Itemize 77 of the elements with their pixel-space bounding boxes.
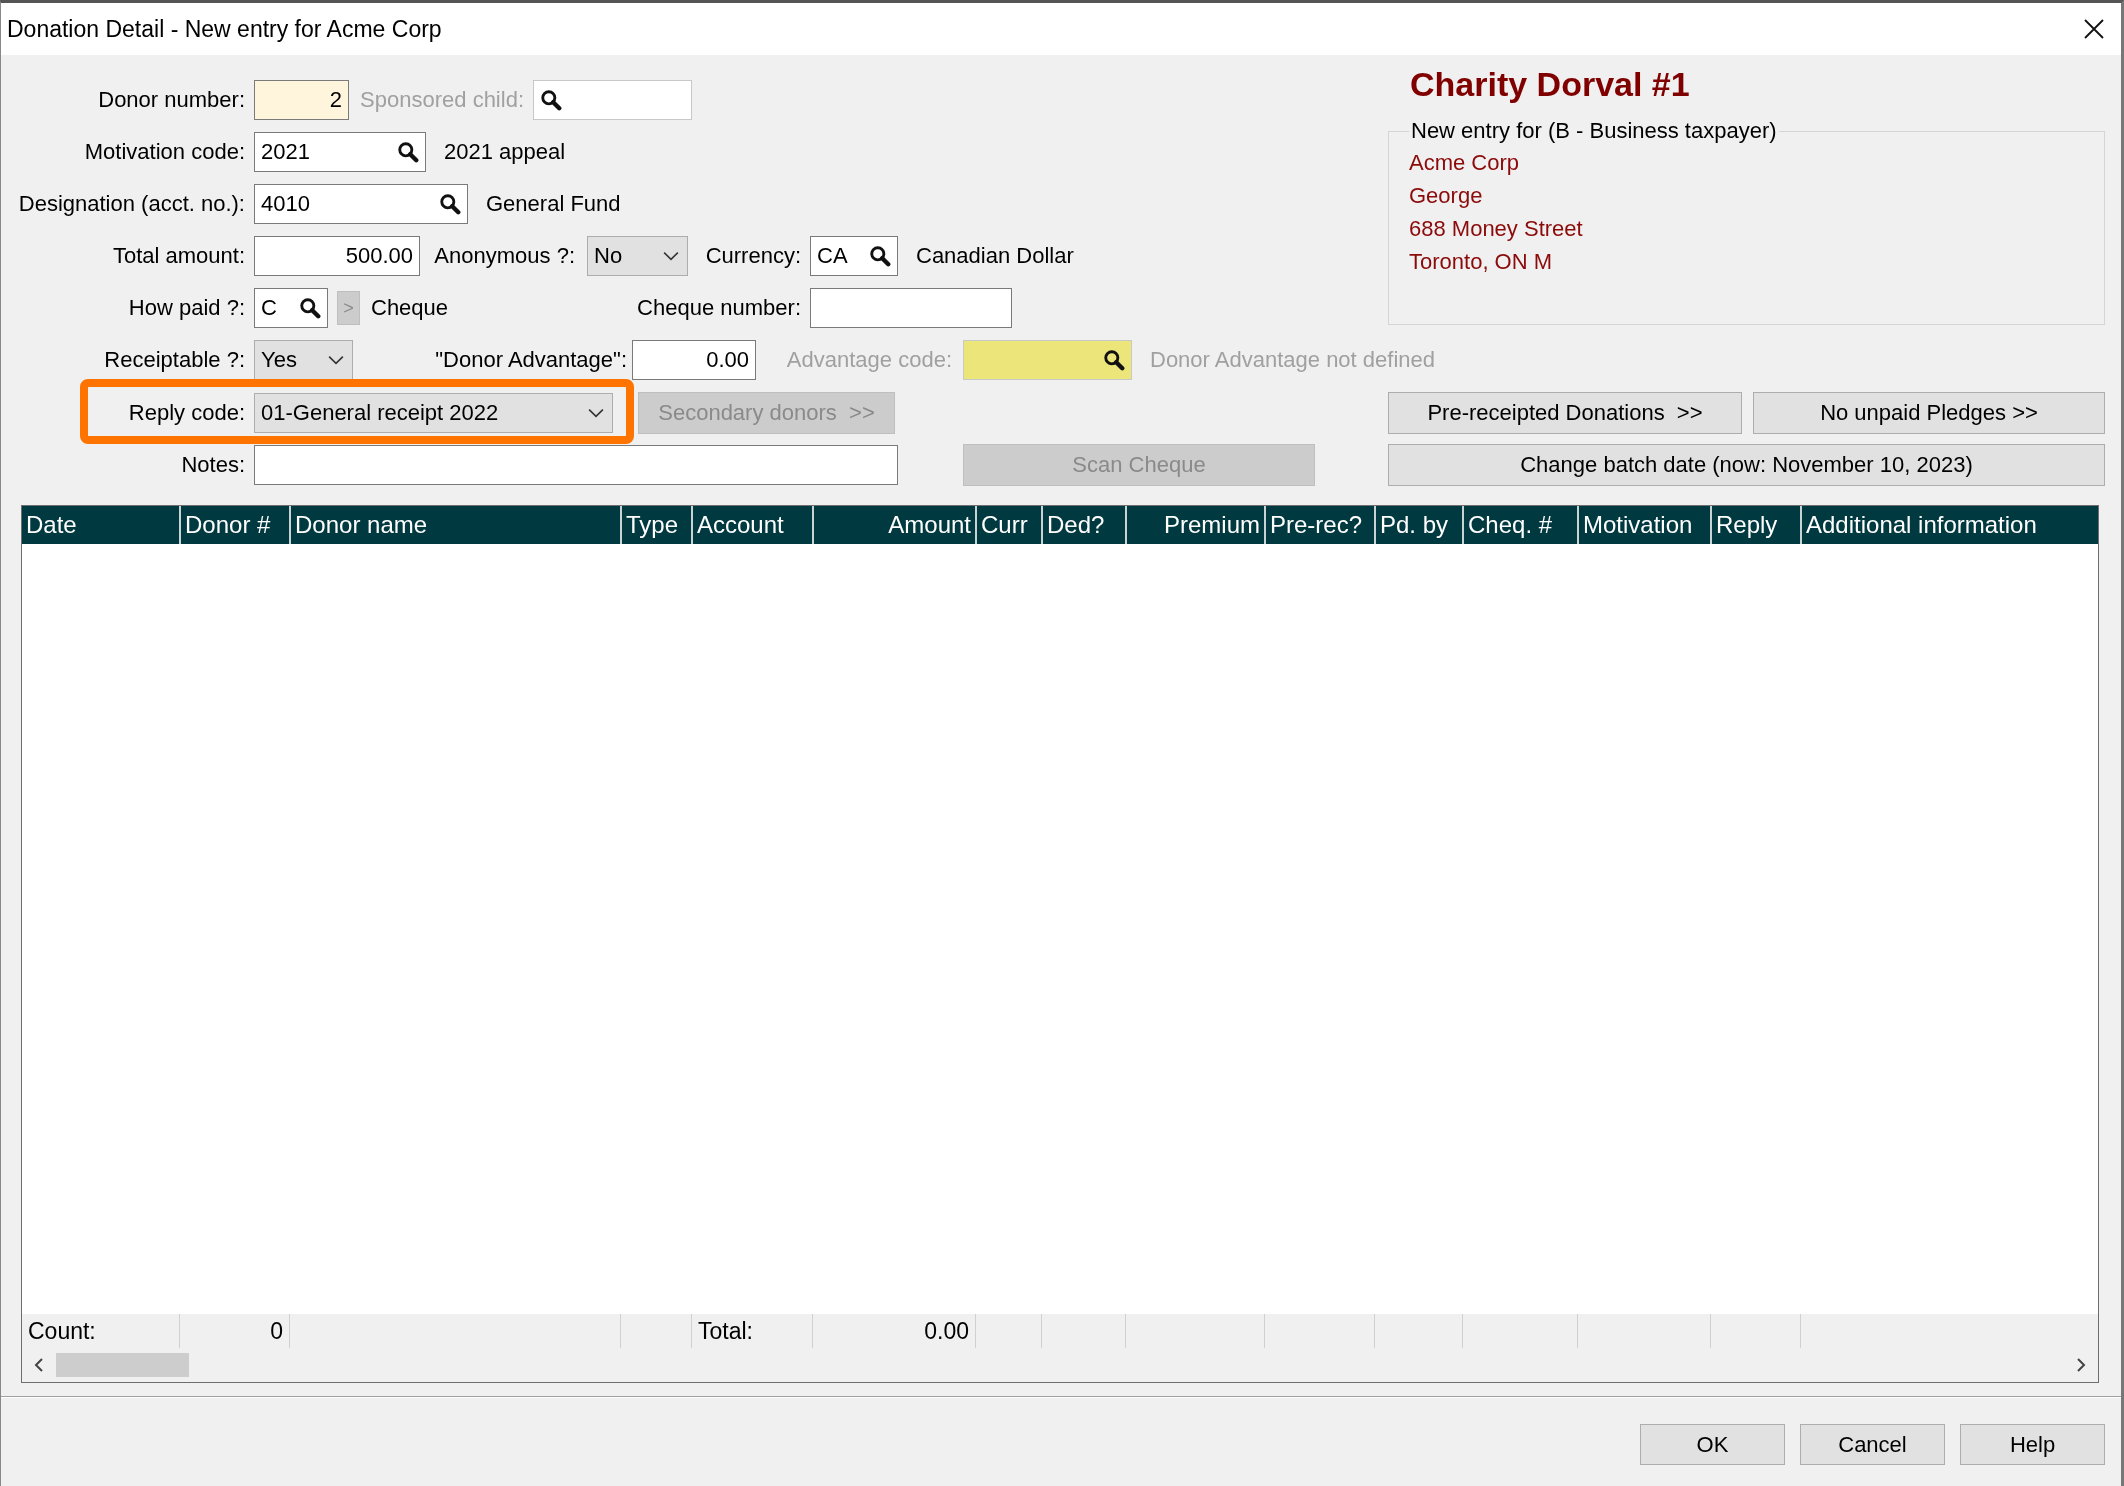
description-text: 2021 appeal — [444, 139, 566, 165]
scroll-thumb[interactable] — [56, 1353, 189, 1377]
field-label: Currency: — [705, 243, 801, 269]
column-header[interactable]: Ded? — [1047, 511, 1105, 539]
dialog-button[interactable]: Help — [1960, 1424, 2105, 1465]
input-field[interactable] — [254, 445, 898, 485]
column-header[interactable]: Donor # — [185, 511, 271, 539]
field-label: Receiptable ?: — [104, 347, 245, 373]
footer-cell-text: 0.00 — [924, 1317, 969, 1345]
horizontal-scrollbar[interactable] — [22, 1348, 2098, 1382]
field-label: Donor number: — [98, 87, 245, 113]
column-header[interactable]: Pd. by — [1380, 511, 1449, 539]
field-label: Motivation code: — [84, 139, 245, 165]
field-label: "Donor Advantage": — [435, 347, 627, 373]
description-text: General Fund — [486, 191, 621, 217]
input-field[interactable]: C — [254, 288, 328, 328]
column-header[interactable]: Reply — [1716, 511, 1778, 539]
field-label: Notes: — [181, 452, 245, 478]
description-text: Canadian Dollar — [916, 243, 1074, 269]
dropdown[interactable]: No — [587, 236, 688, 276]
change-date-button[interactable]: Change batch date (now: November 10, 2023) — [1388, 444, 2105, 486]
field-label: Reply code: — [128, 400, 245, 426]
column-header[interactable]: Type — [626, 511, 679, 539]
address-line: Acme Corp — [1409, 149, 1521, 177]
group-title: New entry for (B - Business taxpayer) — [1410, 118, 1778, 144]
dialog-button[interactable]: OK — [1640, 1424, 1785, 1465]
dialog-button[interactable]: Cancel — [1800, 1424, 1945, 1465]
column-header[interactable]: Amount — [888, 511, 971, 539]
field-label: Designation (acct. no.): — [18, 191, 245, 217]
description-text: Cheque — [371, 295, 449, 321]
column-header[interactable]: Motivation — [1583, 511, 1693, 539]
dropdown[interactable]: Yes — [254, 340, 353, 380]
column-header[interactable]: Account — [697, 511, 784, 539]
input-field[interactable]: 500.00 — [254, 236, 420, 276]
search-icon[interactable] — [1103, 349, 1125, 371]
chevron-down-icon[interactable] — [663, 251, 679, 261]
pre-receipted-button[interactable]: Pre-receipted Donations >> — [1388, 392, 1742, 434]
field-label: Anonymous ?: — [434, 243, 575, 269]
pledges-button[interactable]: No unpaid Pledges >> — [1753, 392, 2105, 434]
address-line: 688 Money Street — [1409, 215, 1584, 243]
close-icon[interactable] — [2083, 18, 2105, 40]
column-header[interactable]: Pre-rec? — [1270, 511, 1363, 539]
search-icon[interactable] — [439, 193, 461, 215]
column-header[interactable]: Cheq. # — [1468, 511, 1553, 539]
chevron-down-icon[interactable] — [588, 408, 604, 418]
column-header[interactable]: Additional information — [1806, 511, 2037, 539]
input-field[interactable]: 2021 — [254, 132, 426, 172]
column-header[interactable]: Curr — [981, 511, 1028, 539]
search-icon[interactable] — [540, 89, 562, 111]
field-label: Sponsored child: — [360, 87, 524, 113]
column-header[interactable]: Donor name — [295, 511, 428, 539]
input-field[interactable] — [810, 288, 1012, 328]
field-label: How paid ?: — [128, 295, 245, 321]
input-field[interactable]: CA — [810, 236, 898, 276]
dropdown[interactable]: 01-General receipt 2022 — [254, 393, 613, 433]
description-text: Donor Advantage not defined — [1150, 347, 1435, 373]
input-field[interactable] — [963, 340, 1132, 380]
input-field[interactable] — [533, 80, 692, 120]
field-label: Advantage code: — [786, 347, 952, 373]
address-line: George — [1409, 182, 1484, 210]
column-header[interactable]: Premium — [1164, 511, 1260, 539]
input-field[interactable]: 0.00 — [632, 340, 756, 380]
input-field[interactable]: 2 — [254, 80, 349, 120]
search-icon[interactable] — [869, 245, 891, 267]
footer-cell-text: 0 — [270, 1317, 283, 1345]
window-title: Donation Detail - New entry for Acme Corp — [7, 15, 442, 43]
search-icon[interactable] — [397, 141, 419, 163]
field-label: Cheque number: — [637, 295, 801, 321]
chevron-down-icon[interactable] — [328, 355, 344, 365]
charity-name: Charity Dorval #1 — [1410, 64, 1691, 104]
column-header[interactable]: Date — [26, 511, 77, 539]
search-icon[interactable] — [299, 297, 321, 319]
footer-cell-text: Total: — [698, 1317, 753, 1345]
address-line: Toronto, ON M — [1409, 248, 1554, 276]
footer-cell-text: Count: — [28, 1317, 96, 1345]
field-label: Total amount: — [112, 243, 245, 269]
input-field[interactable]: 4010 — [254, 184, 468, 224]
